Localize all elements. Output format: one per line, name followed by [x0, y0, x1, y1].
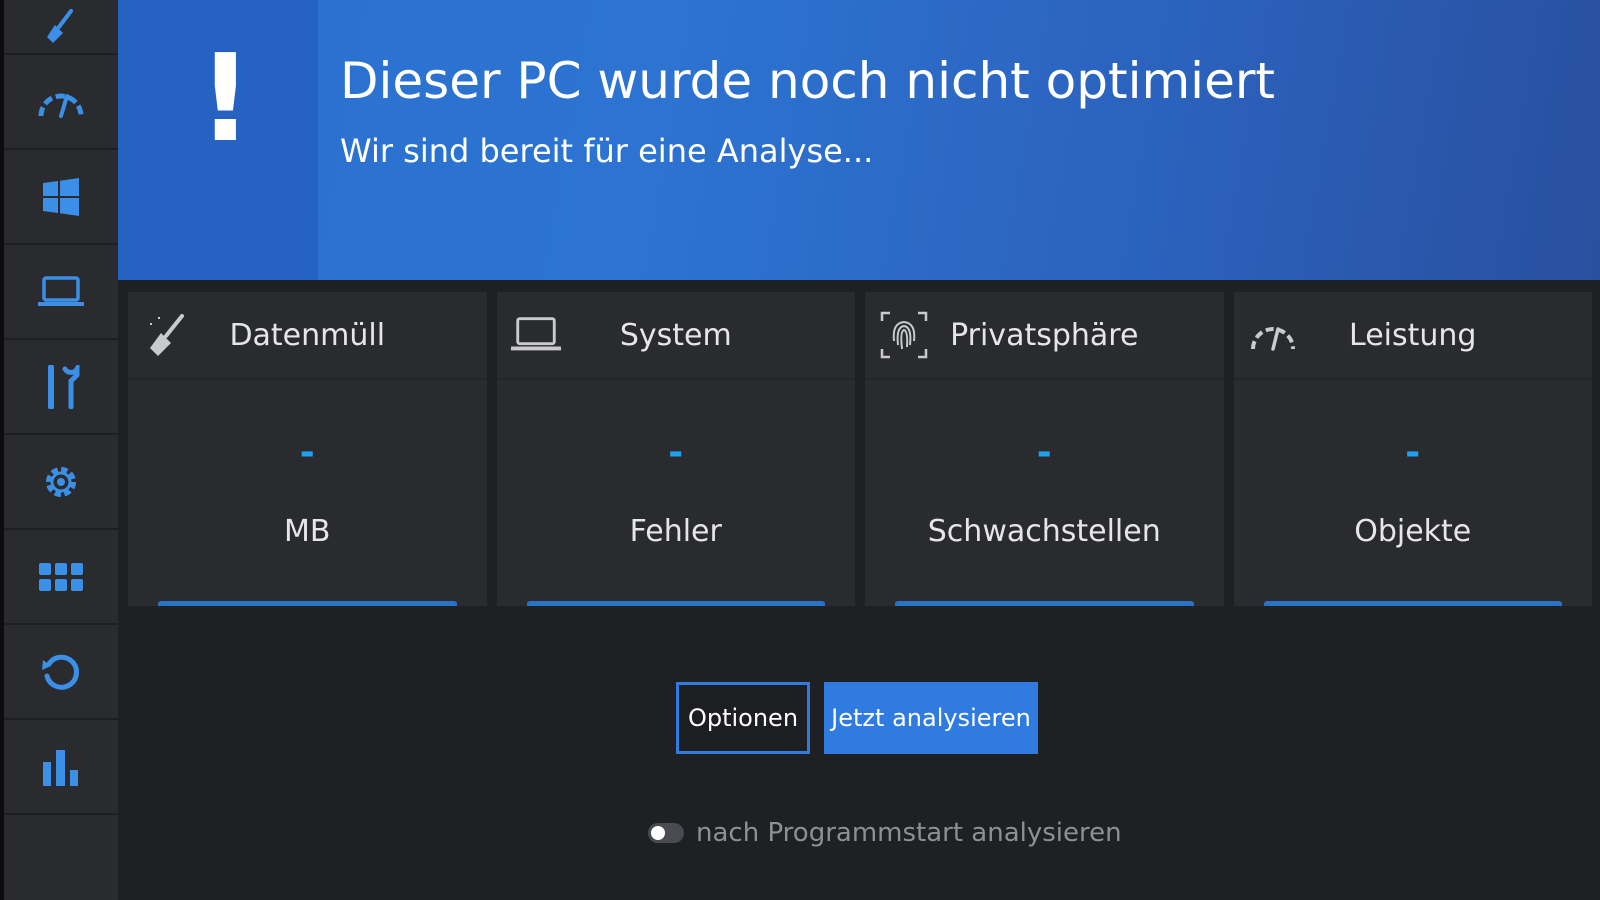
autostart-toggle-row: nach Programmstart analysieren — [648, 818, 1122, 848]
sidebar-item-performance[interactable] — [4, 55, 118, 150]
card-unit: Objekte — [1354, 514, 1472, 549]
sidebar-item-statistics[interactable] — [4, 720, 118, 815]
bar-chart-icon — [43, 749, 78, 786]
autostart-label: nach Programmstart analysieren — [696, 818, 1122, 848]
result-cards: Datenmüll - MB System - Fehler Privatsph… — [128, 292, 1592, 606]
sidebar-item-restore[interactable] — [4, 625, 118, 720]
exclamation-icon: ! — [198, 30, 253, 169]
sidebar-item-cleaner[interactable] — [4, 0, 118, 55]
card-junk: Datenmüll - MB — [128, 292, 487, 606]
card-value: - — [668, 432, 684, 473]
card-title: Leistung — [1349, 317, 1477, 353]
card-value: - — [1036, 432, 1052, 473]
sidebar — [0, 0, 118, 900]
card-header: System — [496, 292, 855, 380]
card-performance: Leistung - Objekte — [1233, 292, 1592, 606]
action-buttons: Optionen Jetzt analysieren — [676, 682, 1038, 754]
app-window: ! Dieser PC wurde noch nicht optimiert W… — [0, 0, 1600, 900]
card-system: System - Fehler — [496, 292, 855, 606]
sidebar-item-windows[interactable] — [4, 150, 118, 245]
analyze-now-button[interactable]: Jetzt analysieren — [824, 682, 1038, 754]
laptop-icon — [38, 275, 84, 306]
card-title: Datenmüll — [229, 317, 386, 353]
sidebar-item-modules[interactable] — [4, 530, 118, 625]
card-privacy: Privatsphäre - Schwachstellen — [865, 292, 1224, 606]
windows-icon — [43, 177, 79, 216]
card-progress-bar — [1263, 601, 1562, 606]
card-progress-bar — [158, 601, 457, 606]
warning-panel: ! — [118, 0, 318, 280]
card-title: Privatsphäre — [950, 317, 1139, 353]
card-unit: Fehler — [629, 514, 722, 549]
card-title: System — [619, 317, 732, 353]
grid-icon — [39, 562, 83, 591]
status-banner: ! Dieser PC wurde noch nicht optimiert W… — [118, 0, 1600, 280]
card-unit: Schwachstellen — [927, 514, 1161, 549]
autostart-toggle[interactable] — [648, 823, 684, 843]
refresh-icon — [42, 654, 80, 690]
card-header: Leistung — [1233, 292, 1592, 380]
card-value: - — [1405, 432, 1421, 473]
card-header: Datenmüll — [128, 292, 487, 380]
card-progress-bar — [895, 601, 1194, 606]
sidebar-item-tools[interactable] — [4, 340, 118, 435]
card-unit: MB — [284, 514, 331, 549]
sidebar-item-settings[interactable] — [4, 435, 118, 530]
options-button[interactable]: Optionen — [676, 682, 810, 754]
banner-subtitle: Wir sind bereit für eine Analyse... — [340, 132, 874, 170]
sidebar-item-system[interactable] — [4, 245, 118, 340]
tools-icon — [48, 364, 80, 409]
card-value: - — [299, 432, 315, 473]
speedometer-icon — [38, 93, 84, 118]
card-header: Privatsphäre — [865, 292, 1224, 380]
card-progress-bar — [526, 601, 825, 606]
banner-title: Dieser PC wurde noch nicht optimiert — [340, 52, 1275, 110]
gear-icon — [46, 466, 76, 497]
broom-icon — [47, 8, 73, 43]
toggle-knob — [651, 826, 665, 840]
